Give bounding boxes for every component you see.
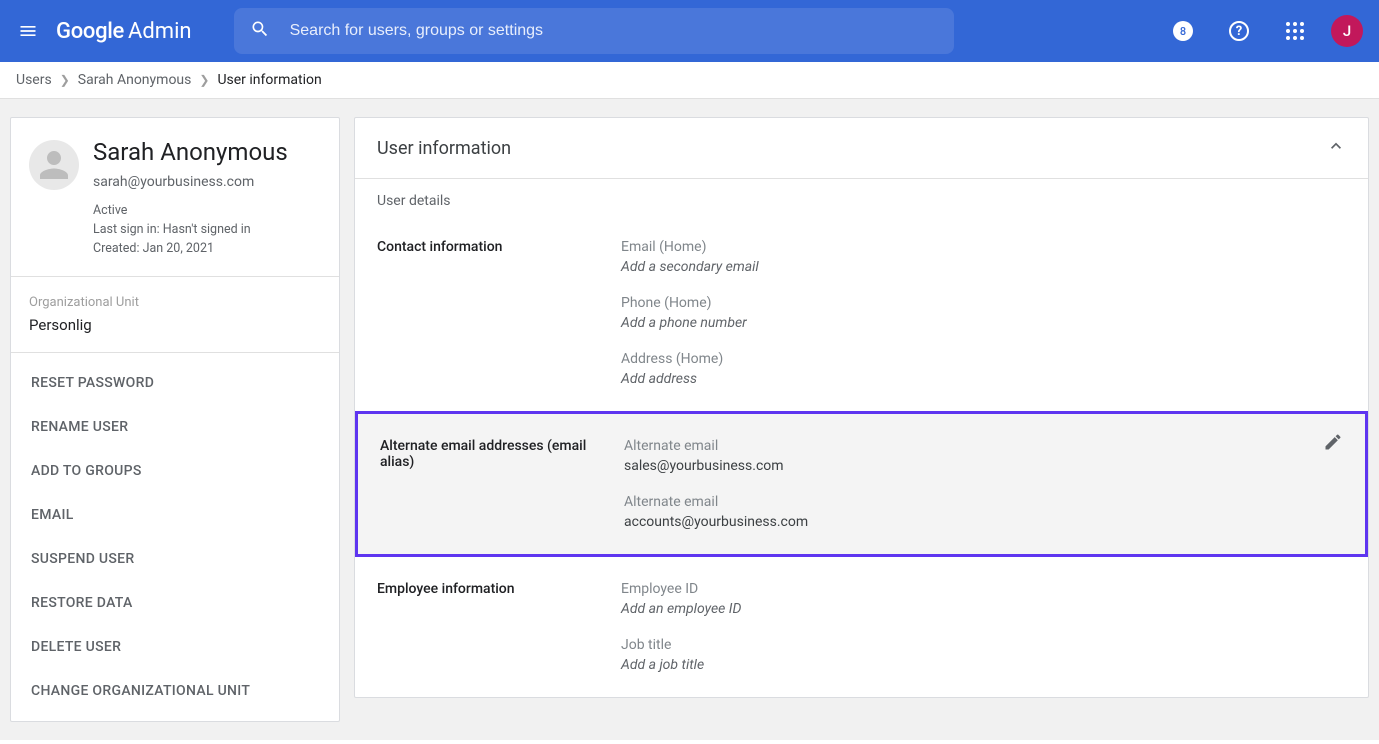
employee-id-label: Employee ID: [621, 581, 1346, 597]
chevron-right-icon: ❯: [199, 73, 209, 87]
help-icon[interactable]: ?: [1219, 11, 1259, 51]
alias-1-value: sales@yourbusiness.com: [624, 458, 1343, 474]
contact-information-section[interactable]: Contact information Email (Home) Add a s…: [355, 215, 1368, 411]
action-reset-password[interactable]: RESET PASSWORD: [11, 361, 339, 405]
menu-icon[interactable]: [16, 19, 40, 43]
user-actions: RESET PASSWORD RENAME USER ADD TO GROUPS…: [11, 352, 339, 721]
apps-icon[interactable]: [1275, 11, 1315, 51]
product-name: Admin: [128, 19, 192, 44]
app-header: Google Admin 8 ? J: [0, 0, 1379, 62]
employee-id-value: Add an employee ID: [621, 601, 1346, 617]
account-badge[interactable]: 8: [1163, 11, 1203, 51]
user-created: Created: Jan 20, 2021: [93, 240, 288, 259]
address-home-value: Add address: [621, 371, 1346, 387]
action-delete-user[interactable]: DELETE USER: [11, 625, 339, 669]
user-details-subtitle: User details: [355, 179, 1368, 215]
avatar[interactable]: J: [1331, 15, 1363, 47]
badge-value: 8: [1173, 21, 1193, 41]
job-title-label: Job title: [621, 637, 1346, 653]
user-information-card: User information User details Contact in…: [354, 117, 1369, 698]
breadcrumb-user[interactable]: Sarah Anonymous: [78, 72, 192, 88]
action-email[interactable]: EMAIL: [11, 493, 339, 537]
search-input[interactable]: [290, 22, 938, 40]
action-restore-data[interactable]: RESTORE DATA: [11, 581, 339, 625]
breadcrumb-current: User information: [217, 72, 321, 88]
job-title-value: Add a job title: [621, 657, 1346, 673]
page-title: User information: [377, 138, 511, 159]
alias-2-label: Alternate email: [624, 494, 1343, 510]
org-unit-label: Organizational Unit: [29, 295, 321, 310]
alias-1-label: Alternate email: [624, 438, 1343, 454]
section-title: Contact information: [377, 239, 621, 387]
pencil-icon[interactable]: [1323, 432, 1343, 456]
user-avatar-icon: [29, 140, 79, 190]
logo[interactable]: Google Admin: [56, 19, 192, 44]
breadcrumb-users[interactable]: Users: [16, 72, 52, 88]
user-summary-card: Sarah Anonymous sarah@yourbusiness.com A…: [10, 117, 340, 722]
phone-home-value: Add a phone number: [621, 315, 1346, 331]
search-icon: [250, 19, 270, 43]
section-title: Employee information: [377, 581, 621, 673]
user-last-signin: Last sign in: Hasn't signed in: [93, 221, 288, 240]
action-add-to-groups[interactable]: ADD TO GROUPS: [11, 449, 339, 493]
breadcrumb: Users ❯ Sarah Anonymous ❯ User informati…: [0, 62, 1379, 99]
action-rename-user[interactable]: RENAME USER: [11, 405, 339, 449]
alias-2-value: accounts@yourbusiness.com: [624, 514, 1343, 530]
chevron-up-icon[interactable]: [1326, 136, 1346, 160]
email-home-value: Add a secondary email: [621, 259, 1346, 275]
search-box[interactable]: [234, 8, 954, 54]
email-home-label: Email (Home): [621, 239, 1346, 255]
phone-home-label: Phone (Home): [621, 295, 1346, 311]
alternate-emails-section[interactable]: Alternate email addresses (email alias) …: [355, 411, 1368, 557]
user-name: Sarah Anonymous: [93, 138, 288, 166]
user-email: sarah@yourbusiness.com: [93, 174, 288, 190]
user-status: Active: [93, 202, 288, 221]
address-home-label: Address (Home): [621, 351, 1346, 367]
action-suspend-user[interactable]: SUSPEND USER: [11, 537, 339, 581]
chevron-right-icon: ❯: [60, 73, 70, 87]
section-title: Alternate email addresses (email alias): [380, 438, 624, 530]
employee-information-section[interactable]: Employee information Employee ID Add an …: [355, 557, 1368, 697]
action-change-org-unit[interactable]: CHANGE ORGANIZATIONAL UNIT: [11, 669, 339, 713]
google-logo-text: Google: [56, 19, 124, 44]
org-unit-value: Personlig: [29, 316, 321, 334]
